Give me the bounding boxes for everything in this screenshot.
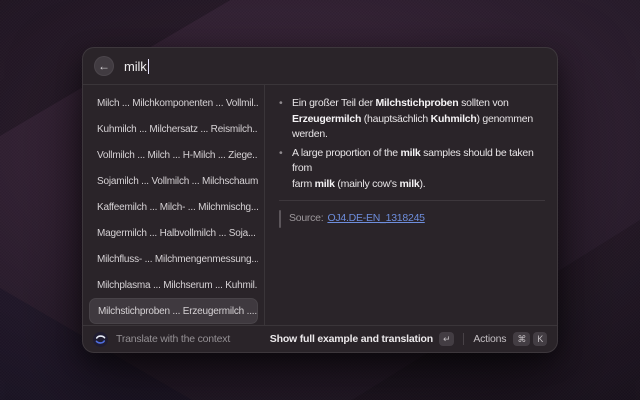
detail-pane: •Ein großer Teil der Milchstichproben so…	[265, 85, 557, 325]
sentence-text: Ein großer Teil der Milchstichproben sol…	[292, 96, 533, 143]
bullet-dot: •	[279, 146, 292, 193]
list-item[interactable]: Milchfluss- ... Milchmengenmessung...	[89, 246, 258, 272]
list-item-label: Sojamilch ... Vollmilch ... Milchschaum …	[97, 176, 258, 187]
footer-divider	[463, 333, 464, 345]
list-item-label: Milch ... Milchkomponenten ... Vollmil..…	[97, 98, 258, 109]
translation-window: ← milk Milch ... Milchkomponenten ... Vo…	[82, 47, 558, 353]
back-arrow-icon: ←	[98, 60, 110, 72]
search-bar: ← milk	[83, 48, 557, 84]
divider	[279, 200, 545, 201]
example-sentence-en: •A large proportion of the milk samples …	[279, 146, 545, 193]
list-item[interactable]: Sojamilch ... Vollmilch ... Milchschaum …	[89, 168, 258, 194]
list-item[interactable]: Vollmilch ... Milch ... H-Milch ... Zieg…	[89, 142, 258, 168]
list-item-selected[interactable]: Milchstichproben ... Erzeugermilch .....…	[89, 298, 258, 324]
list-item-label: Kaffeemilch ... Milch- ... Milchmischg..…	[97, 202, 258, 213]
sentence-text: A large proportion of the milk samples s…	[292, 146, 545, 193]
bullet-dot: •	[279, 96, 292, 143]
list-item-label: Milchplasma ... Milchserum ... Kuhmil...	[97, 280, 258, 291]
enter-key-badge: ↵	[439, 332, 454, 346]
list-item[interactable]: Kaffeemilch ... Milch- ... Milchmischg..…	[89, 194, 258, 220]
show-full-example-button[interactable]: Show full example and translation ↵	[270, 332, 455, 346]
context-hint-label: Translate with the context	[116, 333, 230, 345]
search-query-text: milk	[124, 59, 147, 74]
example-sentence-de: •Ein großer Teil der Milchstichproben so…	[279, 96, 545, 143]
list-item-label: Milchfluss- ... Milchmengenmessung...	[97, 254, 258, 265]
list-item-label: Magermilch ... Halbvollmilch ... Soja...	[97, 228, 256, 239]
list-item-label: Vollmilch ... Milch ... H-Milch ... Zieg…	[97, 150, 258, 161]
actions-label: Actions	[473, 333, 506, 345]
text-cursor	[148, 59, 150, 74]
list-item[interactable]: Kuhmilch ... Milchersatz ... Reismilch..…	[89, 116, 258, 142]
list-item[interactable]: Milch ... Milchkomponenten ... Vollmil..…	[89, 90, 258, 116]
cmd-key-badge: ⌘	[513, 332, 530, 346]
source-link[interactable]: OJ4.DE-EN_1318245	[327, 211, 424, 227]
actions-button[interactable]: Actions ⌘ K	[473, 332, 547, 346]
window-body: Milch ... Milchkomponenten ... Vollmil..…	[83, 85, 557, 325]
list-item[interactable]: Magermilch ... Halbvollmilch ... Soja...	[89, 220, 258, 246]
translate-logo-icon	[93, 332, 108, 347]
list-item-label: Kuhmilch ... Milchersatz ... Reismilch..…	[97, 124, 258, 135]
footer-bar: Translate with the context Show full exa…	[83, 326, 557, 352]
results-list: Milch ... Milchkomponenten ... Vollmil..…	[83, 85, 264, 325]
list-item-label: Milchstichproben ... Erzeugermilch .....…	[98, 306, 258, 317]
list-item[interactable]: Milchplasma ... Milchserum ... Kuhmil...	[89, 272, 258, 298]
quote-bar	[279, 210, 281, 228]
k-key-badge: K	[533, 332, 547, 346]
back-button[interactable]: ←	[94, 56, 114, 76]
primary-action-label: Show full example and translation	[270, 333, 433, 345]
search-input[interactable]: milk	[124, 48, 546, 84]
source-row: Source: OJ4.DE-EN_1318245	[279, 210, 545, 228]
source-label: Source:	[289, 211, 323, 227]
